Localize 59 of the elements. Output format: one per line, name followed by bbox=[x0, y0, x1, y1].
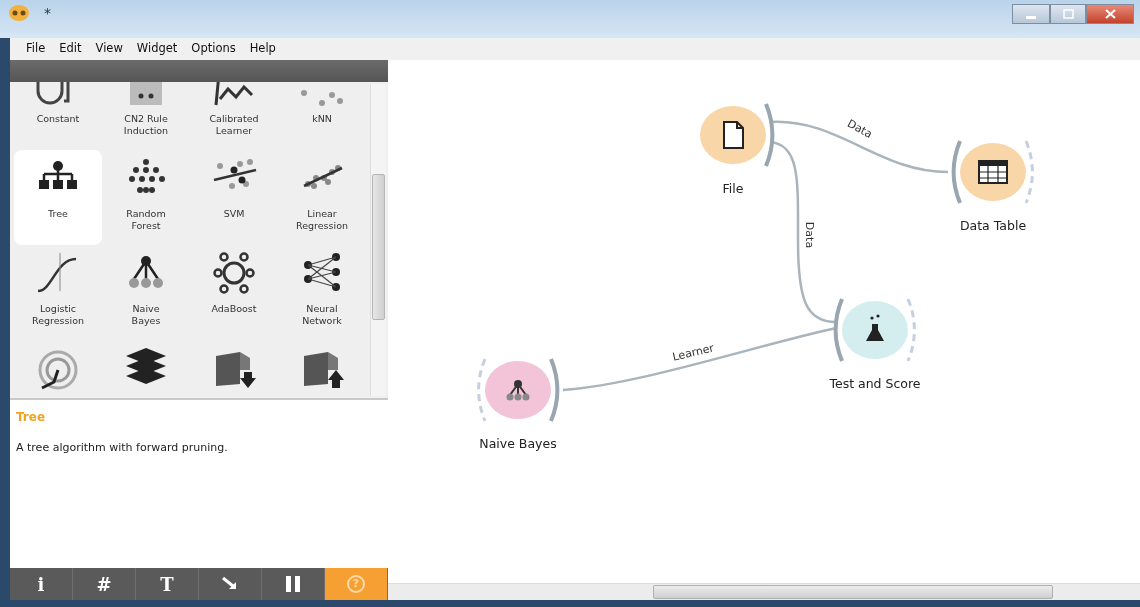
scrollbar-thumb[interactable] bbox=[372, 174, 385, 320]
widget-tile[interactable]: AdaBoost bbox=[190, 245, 278, 340]
widget-tile[interactable]: Constant bbox=[14, 82, 102, 150]
menu-item[interactable]: Options bbox=[187, 40, 246, 58]
network-icon bbox=[210, 249, 258, 297]
menu-item[interactable]: File bbox=[22, 40, 56, 58]
widget-label: AdaBoost bbox=[211, 303, 257, 315]
menu-item[interactable]: Help bbox=[245, 40, 286, 58]
widget-label: Neural Network bbox=[302, 303, 342, 327]
widget-label: kNN bbox=[312, 113, 332, 125]
description-title: Tree bbox=[16, 409, 47, 426]
node-label: Data Table bbox=[959, 218, 1027, 233]
widget-label: Random Forest bbox=[126, 208, 166, 232]
node-label: File bbox=[722, 181, 744, 196]
table-icon bbox=[978, 160, 1008, 184]
close-icon bbox=[1104, 9, 1116, 19]
minimize-button[interactable] bbox=[1012, 4, 1050, 24]
widget-label: Calibrated Learner bbox=[209, 113, 259, 137]
document-icon bbox=[723, 121, 744, 149]
window-title: * bbox=[44, 4, 51, 22]
widget-tile[interactable]: Random Forest bbox=[102, 150, 190, 245]
network-icon bbox=[506, 380, 530, 401]
widget-tile[interactable]: kNN bbox=[278, 82, 366, 150]
widget-tile[interactable]: Logistic Regression bbox=[14, 245, 102, 340]
widget-label: Tree bbox=[48, 208, 68, 220]
link-label: Learner bbox=[671, 341, 716, 364]
flask-icon bbox=[866, 314, 884, 341]
widget-tile[interactable]: Linear Regression bbox=[278, 150, 366, 245]
app-logo-icon bbox=[8, 4, 30, 22]
pause-icon bbox=[285, 575, 301, 593]
widget-label: CN2 Rule Induction bbox=[123, 113, 169, 137]
widget-tile[interactable]: SVM bbox=[190, 150, 278, 245]
maximize-button[interactable] bbox=[1050, 4, 1086, 24]
close-button[interactable] bbox=[1086, 4, 1134, 24]
widget-label: Linear Regression bbox=[296, 208, 348, 232]
maximize-icon bbox=[1062, 9, 1074, 19]
menu-item[interactable]: Widget bbox=[132, 40, 188, 58]
menu-item[interactable]: View bbox=[91, 40, 133, 58]
scrollbar-thumb[interactable] bbox=[653, 585, 1053, 599]
widget-tile[interactable]: Calibrated Learner bbox=[190, 82, 278, 150]
widget-node[interactable] bbox=[833, 298, 916, 362]
scrollbar[interactable] bbox=[370, 84, 386, 396]
widget-node[interactable] bbox=[477, 358, 560, 422]
minimize-icon bbox=[1026, 15, 1036, 19]
widget-label: Logistic Regression bbox=[32, 303, 84, 327]
widget-tile[interactable]: Neural Network bbox=[278, 245, 366, 340]
scrollbar[interactable] bbox=[388, 583, 1140, 600]
description-text: A tree algorithm with forward pruning. bbox=[16, 440, 229, 456]
widget-label: SVM bbox=[223, 208, 245, 220]
widget-tile[interactable]: Tree bbox=[14, 150, 102, 245]
widget-tile[interactable]: CN2 Rule Induction bbox=[102, 82, 190, 150]
node-label: Naive Bayes bbox=[479, 436, 557, 451]
widget-label: Constant bbox=[36, 113, 80, 125]
widget-label: Naive Bayes bbox=[131, 303, 161, 327]
node-label: Test and Score bbox=[829, 376, 921, 391]
widget-tile[interactable]: Naive Bayes bbox=[102, 245, 190, 340]
arrow-icon bbox=[221, 576, 239, 592]
link-label: Data bbox=[803, 221, 816, 249]
menu-item[interactable]: Edit bbox=[55, 40, 92, 58]
